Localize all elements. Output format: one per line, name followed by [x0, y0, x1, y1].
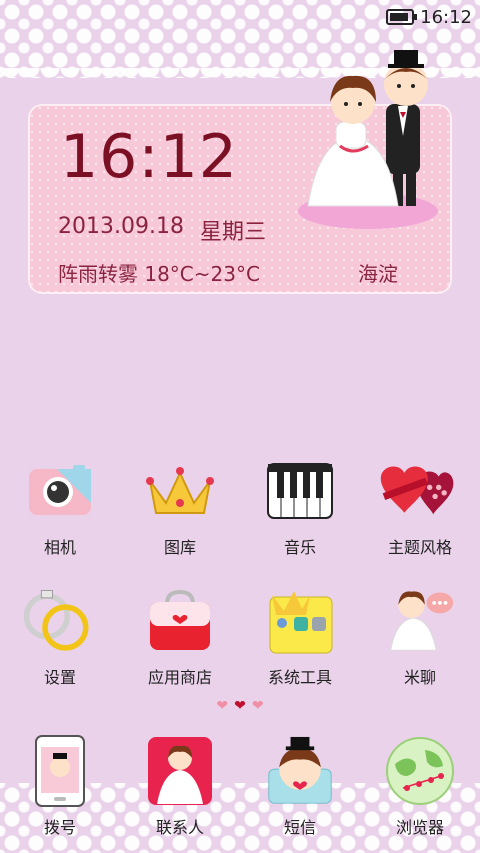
app-store[interactable]: 应用商店: [120, 580, 240, 700]
app-music[interactable]: 音乐: [240, 450, 360, 570]
dock-contacts[interactable]: 联系人: [120, 730, 240, 850]
app-row-2: 设置 应用商店 系统工具 米聊: [0, 580, 480, 700]
status-time: 16:12: [420, 6, 472, 28]
dock-browser[interactable]: 浏览器: [360, 730, 480, 850]
dock-label: 联系人: [155, 818, 204, 837]
app-label: 主题风格: [387, 538, 452, 557]
app-label: 图库: [163, 538, 196, 557]
app-label: 音乐: [283, 538, 316, 557]
app-label: 应用商店: [147, 668, 212, 687]
app-label: 米聊: [403, 668, 436, 687]
app-themes[interactable]: 主题风格: [360, 450, 480, 570]
widget-weather[interactable]: 阵雨转雾 18°C~23°C: [58, 258, 260, 287]
status-bar: 16:12: [386, 0, 472, 34]
battery-icon: [386, 9, 418, 25]
dock-label: 拨号: [43, 818, 76, 837]
app-michat[interactable]: 米聊: [360, 580, 480, 700]
dock-label: 短信: [283, 818, 316, 837]
globe-icon: [385, 736, 455, 806]
page-dot-heart-icon[interactable]: ❤: [252, 698, 264, 714]
phone-icon: [25, 735, 95, 807]
dock-sms[interactable]: 短信: [240, 730, 360, 850]
app-gallery[interactable]: 图库: [120, 450, 240, 570]
page-indicator[interactable]: ❤ ❤ ❤: [0, 698, 480, 714]
tools-folder-icon: [265, 586, 335, 656]
dock-phone[interactable]: 拨号: [0, 730, 120, 850]
contacts-icon: [145, 736, 215, 806]
app-label: 系统工具: [267, 668, 332, 687]
bride-chat-icon: [385, 586, 455, 656]
crown-icon: [145, 456, 215, 526]
widget-district: 海淀: [358, 262, 398, 286]
widget-date: 2013.09.18: [58, 214, 184, 239]
page-dot-heart-icon-active[interactable]: ❤: [234, 698, 246, 714]
page-dot-heart-icon[interactable]: ❤: [216, 698, 228, 714]
piano-icon: [265, 456, 335, 526]
bag-icon: [145, 586, 215, 656]
app-settings[interactable]: 设置: [0, 580, 120, 700]
hearts-icon: [380, 456, 455, 526]
rings-icon: [23, 586, 95, 656]
app-row-1: 相机 图库 音乐 主题风格: [0, 450, 480, 570]
app-label: 相机: [43, 538, 76, 557]
sms-icon: [265, 736, 335, 806]
app-camera[interactable]: 相机: [0, 450, 120, 570]
widget-clock[interactable]: 16:12: [60, 122, 238, 192]
dock: 拨号 联系人 短信 浏览器: [0, 730, 480, 850]
camera-icon: [25, 456, 95, 526]
wedding-couple-icon: [298, 50, 438, 229]
widget-weekday: 星期三: [200, 220, 267, 245]
dock-label: 浏览器: [395, 818, 444, 837]
app-label: 设置: [43, 668, 76, 687]
app-system-tools[interactable]: 系统工具: [240, 580, 360, 700]
